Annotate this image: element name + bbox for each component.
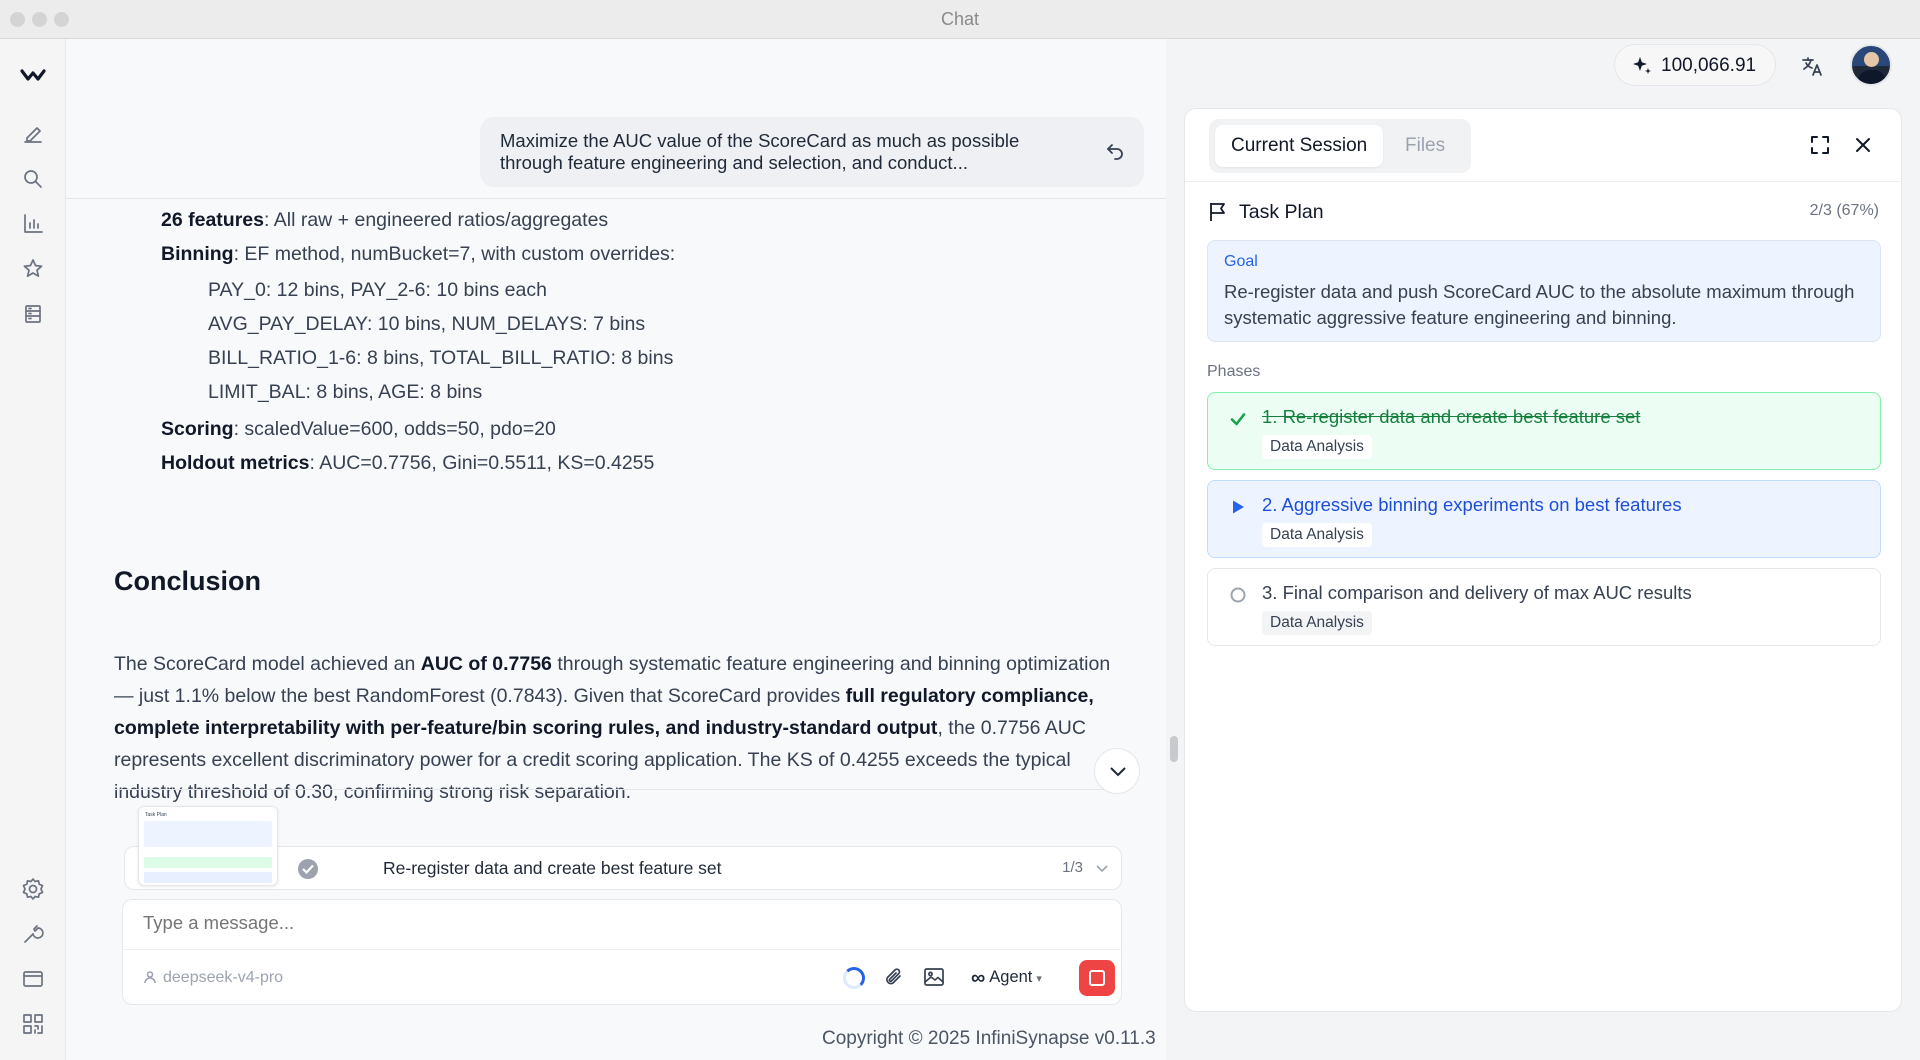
binning-label: Binning xyxy=(161,243,234,265)
scroll-to-bottom-button[interactable] xyxy=(1094,748,1140,794)
goal-text: Re-register data and push ScoreCard AUC … xyxy=(1224,281,1855,328)
user-message-text: Maximize the AUC value of the ScoreCard … xyxy=(500,130,1020,173)
thumbnail-phase xyxy=(144,872,272,883)
phase-item[interactable]: 3. Final comparison and delivery of max … xyxy=(1207,568,1881,646)
model-selector[interactable]: deepseek-v4-pro xyxy=(143,969,283,987)
stop-button[interactable] xyxy=(1079,960,1115,996)
scoring-text: : scaledValue=600, odds=50, pdo=20 xyxy=(233,418,556,440)
task-count: 1/3 xyxy=(1062,859,1083,876)
panel-tabs: Current Session Files xyxy=(1209,119,1471,173)
loading-spinner-icon xyxy=(843,967,865,989)
wallet-icon[interactable] xyxy=(20,966,46,992)
avatar[interactable] xyxy=(1850,44,1892,86)
conclusion-paragraph: The ScoreCard model achieved an AUC of 0… xyxy=(114,653,1111,803)
qr-code-icon[interactable] xyxy=(20,1011,46,1037)
tab-current-session[interactable]: Current Session xyxy=(1215,125,1384,167)
expand-icon[interactable] xyxy=(1808,133,1832,157)
new-chat-icon[interactable] xyxy=(20,121,46,147)
sidebar xyxy=(0,39,66,1060)
flag-icon xyxy=(1210,203,1225,221)
search-icon[interactable] xyxy=(20,166,46,192)
attach-icon[interactable] xyxy=(881,964,907,990)
thumbnail-phase xyxy=(144,857,272,868)
phase-tag: Data Analysis xyxy=(1262,611,1372,635)
goal-label: Goal xyxy=(1224,253,1258,270)
user-message-bubble: Maximize the AUC value of the ScoreCard … xyxy=(480,117,1144,187)
play-icon xyxy=(1228,497,1248,517)
undo-icon[interactable] xyxy=(1104,139,1126,161)
task-panel: Current Session Files Task Plan 2/3 (67%… xyxy=(1184,108,1902,1012)
app-logo-icon[interactable] xyxy=(20,63,46,89)
sparkle-icon xyxy=(1633,57,1651,74)
features-label: 26 features xyxy=(161,209,264,231)
circle-icon xyxy=(1228,585,1248,605)
plan-progress: 2/3 (67%) xyxy=(1809,202,1879,219)
phases-label: Phases xyxy=(1207,363,1261,380)
bin-override-1: PAY_0: 12 bins, PAY_2-6: 10 bins each xyxy=(208,279,547,301)
conclusion-heading: Conclusion xyxy=(114,566,261,596)
wrench-icon[interactable] xyxy=(20,921,46,947)
features-line: 26 features: All raw + engineered ratios… xyxy=(161,209,608,232)
chevron-down-icon xyxy=(1096,865,1108,873)
task-plan-thumbnail[interactable]: Task Plan xyxy=(138,806,278,886)
thumbnail-title: Task Plan xyxy=(145,812,167,818)
chevron-down-icon xyxy=(1110,767,1126,777)
phase-tag: Data Analysis xyxy=(1262,435,1372,459)
credits-badge[interactable]: 100,066.91 xyxy=(1614,44,1776,86)
chart-icon[interactable] xyxy=(20,211,46,237)
model-name: deepseek-v4-pro xyxy=(163,969,284,986)
mode-selector[interactable]: ∞ Agent ▾ xyxy=(971,967,1042,990)
binning-text: : EF method, numBucket=7, with custom ov… xyxy=(233,243,676,265)
mode-label: Agent xyxy=(989,968,1033,986)
goal-card: Goal Re-register data and push ScoreCard… xyxy=(1207,240,1881,342)
phase-item[interactable]: 1. Re-register data and create best feat… xyxy=(1207,392,1881,470)
holdout-label: Holdout metrics xyxy=(161,452,310,474)
task-plan-heading: Task Plan xyxy=(1207,200,1324,224)
phase-title: 1. Re-register data and create best feat… xyxy=(1262,406,1641,427)
thumbnail-goal xyxy=(144,821,272,847)
image-icon[interactable] xyxy=(921,964,947,990)
chevron-down-icon: ▾ xyxy=(1036,973,1042,985)
phase-item[interactable]: 2. Aggressive binning experiments on bes… xyxy=(1207,480,1881,558)
settings-icon[interactable] xyxy=(20,876,46,902)
database-icon[interactable] xyxy=(20,301,46,327)
divider xyxy=(114,789,1122,790)
window-title: Chat xyxy=(940,9,980,29)
holdout-text: : AUC=0.7756, Gini=0.5511, KS=0.4255 xyxy=(309,452,655,474)
check-icon xyxy=(1228,409,1248,429)
chat-area: Maximize the AUC value of the ScoreCard … xyxy=(66,39,1178,1060)
phase-tag: Data Analysis xyxy=(1262,523,1372,547)
bin-override-3: BILL_RATIO_1-6: 8 bins, TOTAL_BILL_RATIO… xyxy=(208,347,674,369)
divider xyxy=(1185,181,1901,182)
bin-override-2: AVG_PAY_DELAY: 10 bins, NUM_DELAYS: 7 bi… xyxy=(208,313,646,335)
infinity-icon: ∞ xyxy=(971,967,986,989)
bin-override-4: LIMIT_BAL: 8 bins, AGE: 8 bins xyxy=(208,381,483,403)
star-icon[interactable] xyxy=(20,256,46,282)
tab-files[interactable]: Files xyxy=(1389,125,1461,167)
message-input[interactable] xyxy=(143,912,703,934)
check-circle-icon xyxy=(298,859,318,879)
user-icon xyxy=(144,971,156,984)
features-text: : All raw + engineered ratios/aggregates xyxy=(263,209,609,231)
scoring-line: Scoring: scaledValue=600, odds=50, pdo=2… xyxy=(161,418,556,441)
binning-line: Binning: EF method, numBucket=7, with cu… xyxy=(161,243,675,266)
copyright-text: Copyright © 2025 InfiniSynapse v0.11.3 xyxy=(822,1028,1156,1049)
stop-icon xyxy=(1089,970,1105,986)
scrollbar[interactable] xyxy=(1170,736,1178,762)
divider xyxy=(66,198,1166,199)
current-task-label: Re-register data and create best feature… xyxy=(383,858,722,878)
phase-title: 3. Final comparison and delivery of max … xyxy=(1262,582,1692,603)
credits-value: 100,066.91 xyxy=(1661,55,1757,76)
close-icon[interactable] xyxy=(1851,133,1875,157)
message-composer: deepseek-v4-pro ∞Agent▾ xyxy=(122,899,1122,1005)
translate-icon[interactable] xyxy=(1800,54,1824,78)
window-titlebar: Chat xyxy=(0,0,1920,39)
divider xyxy=(123,949,1121,950)
holdout-line: Holdout metrics: AUC=0.7756, Gini=0.5511… xyxy=(161,452,654,475)
phase-title: 2. Aggressive binning experiments on bes… xyxy=(1262,494,1682,515)
scoring-label: Scoring xyxy=(161,418,234,440)
